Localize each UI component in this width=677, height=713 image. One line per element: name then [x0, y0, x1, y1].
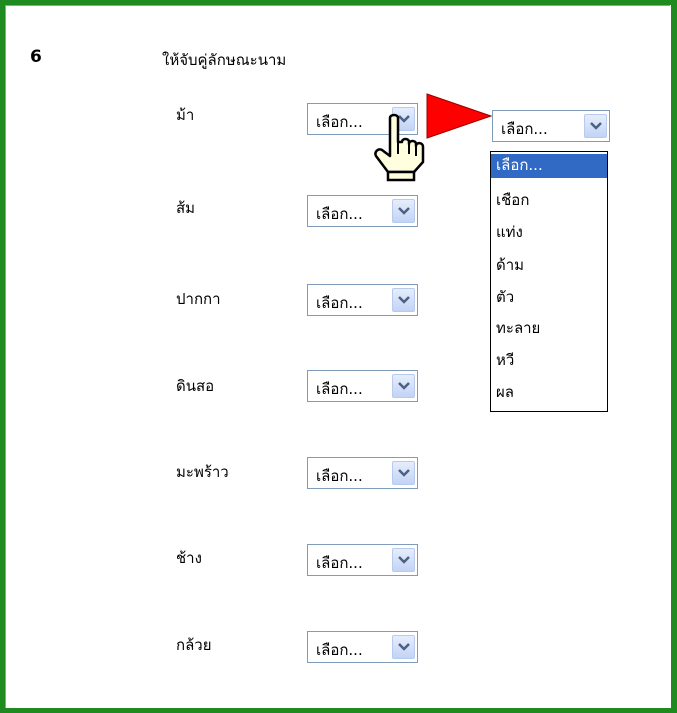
chevron-down-icon[interactable]	[584, 114, 607, 138]
dropdown-list: เลือก... เชือก แท่ง ด้าม ตัว ทะลาย หวี ผ…	[490, 151, 608, 412]
select-coconut[interactable]: เลือก...	[307, 457, 418, 489]
select-value: เลือก...	[316, 554, 363, 572]
select-elephant[interactable]: เลือก...	[307, 544, 418, 576]
dropdown-option[interactable]: ตัว	[491, 286, 607, 310]
dropdown-option[interactable]: เลือก...	[491, 154, 607, 178]
question-number: 6	[30, 47, 42, 67]
select-orange[interactable]: เลือก...	[307, 195, 418, 227]
red-triangle-arrow-icon	[426, 93, 493, 139]
dropdown-option[interactable]: ผล	[491, 381, 607, 405]
open-select-value: เลือก...	[501, 120, 548, 138]
chevron-down-icon[interactable]	[392, 288, 415, 312]
question-text: ให้จับคู่ลักษณะนาม	[162, 51, 287, 69]
chevron-down-icon[interactable]	[392, 199, 415, 223]
chevron-down-icon[interactable]	[392, 374, 415, 398]
dropdown-option[interactable]: เชือก	[491, 189, 607, 213]
select-value: เลือก...	[316, 205, 363, 223]
dropdown-option[interactable]: แท่ง	[491, 221, 607, 245]
select-pen[interactable]: เลือก...	[307, 284, 418, 316]
row-label-coconut: มะพร้าว	[176, 463, 229, 481]
row-label-orange: ส้ม	[176, 199, 196, 217]
select-value: เลือก...	[316, 380, 363, 398]
open-select[interactable]: เลือก...	[492, 110, 610, 142]
chevron-down-icon[interactable]	[392, 548, 415, 572]
row-label-horse: ม้า	[176, 106, 195, 124]
select-banana[interactable]: เลือก...	[307, 631, 418, 663]
row-label-pencil: ดินสอ	[176, 377, 215, 395]
dropdown-option[interactable]: ด้าม	[491, 254, 607, 278]
select-value: เลือก...	[316, 467, 363, 485]
dropdown-option[interactable]: ทะลาย	[491, 317, 607, 341]
select-value: เลือก...	[316, 113, 363, 131]
row-label-banana: กล้วย	[176, 636, 212, 654]
select-pencil[interactable]: เลือก...	[307, 370, 418, 402]
row-label-elephant: ช้าง	[176, 549, 202, 567]
select-value: เลือก...	[316, 294, 363, 312]
hand-cursor-icon	[374, 113, 425, 182]
dropdown-option[interactable]: หวี	[491, 349, 607, 373]
chevron-down-icon[interactable]	[392, 635, 415, 659]
select-value: เลือก...	[316, 641, 363, 659]
row-label-pen: ปากกา	[176, 290, 221, 308]
chevron-down-icon[interactable]	[392, 461, 415, 485]
